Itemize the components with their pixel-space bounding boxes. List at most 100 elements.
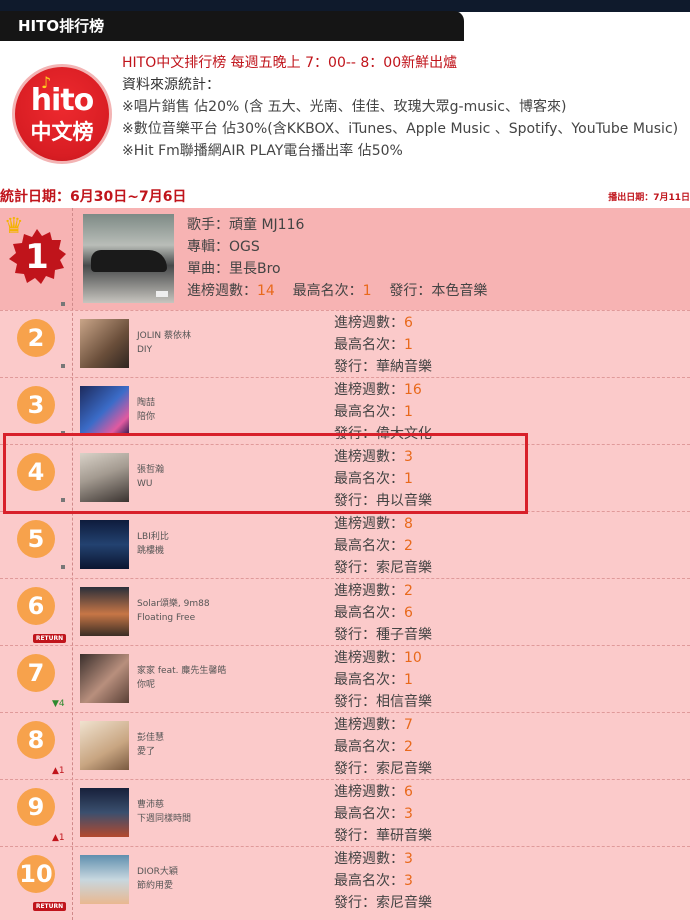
rank-1-number-wrap: 1 <box>8 228 66 286</box>
cover-badge <box>156 291 168 297</box>
status-dot <box>61 302 65 306</box>
weeks-label: 進榜週數： <box>334 717 404 733</box>
artist-name: LBI利比 <box>137 532 169 542</box>
album-cover-ogs[interactable] <box>83 214 174 303</box>
rank-change: ▲1 <box>52 833 65 843</box>
album-thumbnail[interactable] <box>80 654 129 703</box>
label-label: 發行： <box>334 627 376 643</box>
label-value: 華納音樂 <box>376 359 432 375</box>
row-divider <box>0 578 690 579</box>
peak-value: 1 <box>404 404 413 420</box>
album-thumbnail[interactable] <box>80 587 129 636</box>
weeks-value: 10 <box>404 650 422 666</box>
row-divider <box>0 377 690 378</box>
weeks-label: 進榜週數： <box>334 650 404 666</box>
album-label: 專輯： <box>187 239 229 255</box>
label-value: 華研音樂 <box>376 828 432 844</box>
song-meta: 彭佳慧 愛了 <box>137 731 164 759</box>
artist-name: Solar頌樂, 9m88 <box>137 599 210 609</box>
weeks-label: 進榜週數： <box>334 583 404 599</box>
artist-name: 家家 feat. 麋先生馨皓 <box>137 666 227 676</box>
hito-logo: ♪ hito 中文榜 <box>12 64 112 164</box>
weeks-value: 7 <box>404 717 413 733</box>
peak-label: 最高名次： <box>334 605 404 621</box>
top-singer: 頑童 MJ116 <box>229 217 305 233</box>
source-title: 資料來源統計： <box>122 77 220 93</box>
peak-value: 6 <box>404 605 413 621</box>
label-label: 發行： <box>389 283 432 299</box>
list-item[interactable]: 10 RETURN DIOR大穎 節約用愛 進榜週數：3 最高名次：3 發行：索… <box>0 846 690 913</box>
entry-stats: 進榜週數：10 最高名次：1 發行：相信音樂 <box>334 647 432 713</box>
artist-name: DIOR大穎 <box>137 867 178 877</box>
cover-car <box>91 250 167 272</box>
peak-label: 最高名次： <box>334 806 404 822</box>
album-thumbnail[interactable] <box>80 386 129 435</box>
label-value: 索尼音樂 <box>376 895 432 911</box>
top-single: 里長Bro <box>229 261 281 277</box>
label-value: 種子音樂 <box>376 627 432 643</box>
top-entry-meta: 歌手：頑童 MJ116 專輯：OGS 單曲：里長Bro 進榜週數：14 最高名次… <box>187 214 487 302</box>
label-value: 相信音樂 <box>376 694 432 710</box>
peak-value: 1 <box>404 672 413 688</box>
rank-change: ▲1 <box>52 766 65 776</box>
weeks-label: 進榜週數： <box>187 283 257 299</box>
weeks-value: 8 <box>404 516 413 532</box>
list-item[interactable]: 5 LBI利比 跳樓機 進榜週數：8 最高名次：2 發行：索尼音樂 <box>0 511 690 578</box>
peak-value: 2 <box>404 739 413 755</box>
row-divider <box>0 779 690 780</box>
list-item[interactable]: 6 RETURN Solar頌樂, 9m88 Floating Free 進榜週… <box>0 578 690 645</box>
label-value: 索尼音樂 <box>376 560 432 576</box>
source-line-digital: ※數位音樂平台 佔30%(含KKBOX、iTunes、Apple Music 、… <box>122 121 679 137</box>
entry-stats: 進榜週數：7 最高名次：2 發行：索尼音樂 <box>334 714 432 780</box>
chart-headline: HITO中文排行榜 每週五晚上 7：00-- 8：00新鮮出爐 <box>122 55 458 71</box>
artist-name: 彭佳慧 <box>137 733 165 743</box>
row-divider <box>0 712 690 713</box>
source-line-airplay: ※Hit Fm聯播網AIR PLAY電台播出率 佔50% <box>122 143 403 159</box>
entry-stats: 進榜週數：2 最高名次：6 發行：種子音樂 <box>334 580 432 646</box>
tab-hito-chart[interactable]: HITO排行榜 <box>0 11 464 41</box>
peak-label: 最高名次： <box>334 404 404 420</box>
rank-badge: 9 <box>17 788 55 826</box>
top-entry[interactable]: ♛ 1 歌手：頑童 MJ116 專輯：OGS 單曲：里長Bro 進榜週數：14 … <box>0 208 690 310</box>
entry-stats: 進榜週數：8 最高名次：2 發行：索尼音樂 <box>334 513 432 579</box>
peak-label: 最高名次： <box>292 283 363 299</box>
song-title: 愛了 <box>137 747 156 757</box>
album-thumbnail[interactable] <box>80 721 129 770</box>
rank-1-number: 1 <box>25 237 49 277</box>
top-album: OGS <box>229 239 260 255</box>
album-thumbnail[interactable] <box>80 855 129 904</box>
list-item[interactable]: 7 ▼4 家家 feat. 麋先生馨皓 你呢 進榜週數：10 最高名次：1 發行… <box>0 645 690 712</box>
album-thumbnail[interactable] <box>80 520 129 569</box>
rank-badge: 2 <box>17 319 55 357</box>
label-label: 發行： <box>334 694 376 710</box>
status-dot <box>61 565 65 569</box>
weeks-value: 3 <box>404 851 413 867</box>
return-badge: RETURN <box>33 634 66 643</box>
source-line-sales: ※唱片銷售 佔20% (含 五大、光南、佳佳、玫瑰大眾g-music、博客來) <box>122 99 567 115</box>
label-label: 發行： <box>334 560 376 576</box>
list-item[interactable]: 9 ▲1 曹沛慈 下週同樣時間 進榜週數：6 最高名次：3 發行：華研音樂 <box>0 779 690 846</box>
song-meta: LBI利比 跳樓機 <box>137 530 169 558</box>
album-thumbnail[interactable] <box>80 788 129 837</box>
single-label: 單曲： <box>187 261 229 277</box>
peak-label: 最高名次： <box>334 538 404 554</box>
peak-value: 1 <box>404 337 413 353</box>
weeks-label: 進榜週數： <box>334 516 404 532</box>
song-title: DIY <box>137 345 153 355</box>
artist-name: 陶喆 <box>137 398 156 408</box>
return-badge: RETURN <box>33 902 66 911</box>
list-item[interactable]: 8 ▲1 彭佳慧 愛了 進榜週數：7 最高名次：2 發行：索尼音樂 <box>0 712 690 779</box>
label-label: 發行： <box>334 895 376 911</box>
weeks-value: 16 <box>404 382 422 398</box>
rank-badge: 10 <box>17 855 55 893</box>
list-item[interactable]: 2 JOLIN 蔡依林 DIY 進榜週數：6 最高名次：1 發行：華納音樂 <box>0 310 690 377</box>
artist-name: JOLIN 蔡依林 <box>137 331 192 341</box>
status-dot <box>61 364 65 368</box>
weeks-value: 2 <box>404 583 413 599</box>
peak-label: 最高名次： <box>334 337 404 353</box>
singer-label: 歌手： <box>187 217 229 233</box>
peak-value: 2 <box>404 538 413 554</box>
album-thumbnail[interactable] <box>80 319 129 368</box>
weeks-label: 進榜週數： <box>334 382 404 398</box>
entry-stats: 進榜週數：6 最高名次：3 發行：華研音樂 <box>334 781 432 847</box>
